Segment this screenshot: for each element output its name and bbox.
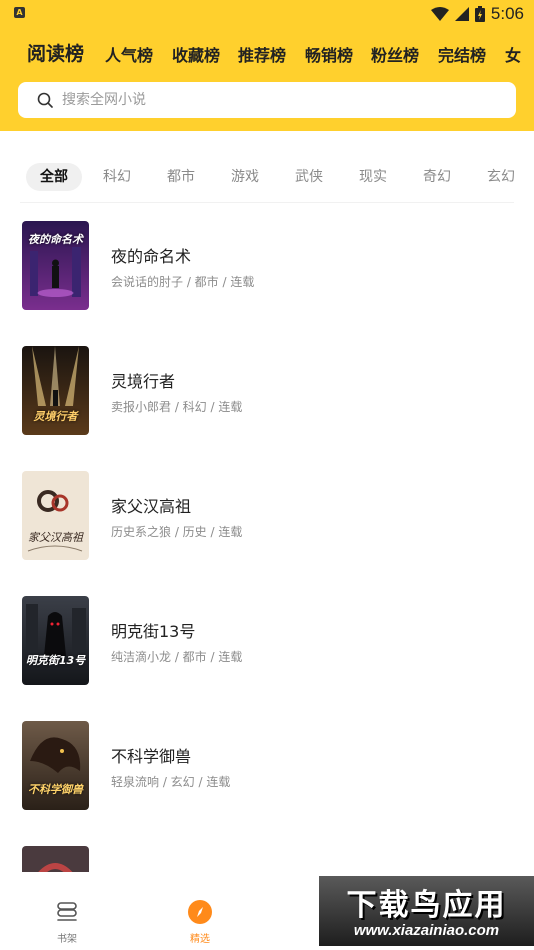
book-meta: 历史系之狼 / 历史 / 连载: [111, 525, 243, 539]
cover-title: 不科学御兽: [28, 783, 83, 796]
book-title: 灵境行者: [111, 372, 176, 391]
list-item[interactable]: 不科学御兽 不科学御兽 轻泉流响 / 玄幻 / 连载: [0, 703, 534, 828]
list-item[interactable]: 夜的命名术 夜的命名术 会说话的肘子 / 都市 / 连载: [0, 203, 534, 328]
status-bar: A 5:06: [0, 0, 534, 28]
category-tabs: 全部 科幻 都市 游戏 武侠 现实 奇幻 玄幻: [0, 160, 534, 194]
book-title: 夜的命名术: [111, 247, 192, 266]
search-input[interactable]: [62, 82, 502, 118]
category-wuxia[interactable]: 武侠: [295, 163, 323, 191]
tab-reading-rank[interactable]: 阅读榜: [27, 39, 84, 66]
search-bar[interactable]: [18, 82, 516, 118]
bookshelf-icon: [57, 902, 77, 921]
book-meta: 轻泉流响 / 玄幻 / 连载: [111, 775, 231, 789]
book-cover: 夜的命名术: [22, 221, 89, 310]
status-icons: 5:06: [430, 3, 524, 25]
cover-title: 灵境行者: [33, 410, 78, 423]
book-meta: 卖报小郎君 / 科幻 / 连载: [111, 400, 243, 414]
book-cover: 灵境行者: [22, 346, 89, 435]
cellular-signal-icon: [454, 7, 469, 21]
category-fantasy[interactable]: 奇幻: [423, 163, 451, 191]
nav-label: 书架: [57, 934, 77, 945]
book-meta: 会说话的肘子 / 都市 / 连载: [111, 275, 255, 289]
nav-label: 精选: [190, 934, 210, 945]
wifi-icon: [430, 7, 449, 21]
nav-bookshelf[interactable]: 书架: [17, 872, 117, 950]
category-scifi[interactable]: 科幻: [103, 163, 131, 191]
book-cover: [22, 846, 89, 872]
watermark-logo: 下载鸟应用: [346, 888, 507, 923]
nav-featured[interactable]: 精选: [150, 872, 250, 950]
book-cover: 家父汉高祖: [22, 471, 89, 560]
book-cover: 不科学御兽: [22, 721, 89, 810]
header: 阅读榜 人气榜 收藏榜 推荐榜 畅销榜 粉丝榜 完结榜 女: [0, 28, 534, 131]
rank-tabs: 阅读榜 人气榜 收藏榜 推荐榜 畅销榜 粉丝榜 完结榜 女: [0, 36, 534, 76]
category-realistic[interactable]: 现实: [359, 163, 387, 191]
cover-title: 家父汉高祖: [28, 531, 83, 544]
search-icon: [37, 92, 53, 108]
watermark-url: www.xiazainiao.com: [353, 922, 500, 939]
list-item[interactable]: 家父汉高祖 家父汉高祖 历史系之狼 / 历史 / 连载: [0, 453, 534, 578]
app-notification-icon: A: [14, 7, 25, 18]
category-all[interactable]: 全部: [26, 163, 82, 191]
category-urban[interactable]: 都市: [167, 163, 195, 191]
book-title: 家父汉高祖: [111, 497, 192, 516]
watermark: 下载鸟应用 www.xiazainiao.com: [319, 876, 534, 946]
list-item[interactable]: 灵境行者 灵境行者 卖报小郎君 / 科幻 / 连载: [0, 328, 534, 453]
tab-completed-rank[interactable]: 完结榜: [438, 42, 486, 66]
category-xuanhuan[interactable]: 玄幻: [487, 163, 515, 191]
tab-favorites-rank[interactable]: 收藏榜: [172, 42, 220, 66]
battery-icon: [474, 6, 485, 22]
tab-recommend-rank[interactable]: 推荐榜: [238, 42, 286, 66]
tab-female-rank[interactable]: 女: [505, 42, 521, 66]
tab-fans-rank[interactable]: 粉丝榜: [371, 42, 419, 66]
clock: 5:06: [490, 4, 524, 23]
tab-bestseller-rank[interactable]: 畅销榜: [305, 42, 353, 66]
tab-popularity-rank[interactable]: 人气榜: [105, 42, 153, 66]
cover-title: 明克街13号: [25, 654, 86, 667]
book-meta: 纯洁滴小龙 / 都市 / 连载: [111, 650, 243, 664]
cover-title: 夜的命名术: [28, 233, 83, 246]
compass-icon: [188, 900, 212, 924]
book-list: 夜的命名术 夜的命名术 会说话的肘子 / 都市 / 连载 灵境行者 灵境行者 卖…: [0, 203, 534, 872]
book-title: 明克街13号: [111, 622, 196, 641]
book-cover: 明克街13号: [22, 596, 89, 685]
book-title: 不科学御兽: [111, 747, 192, 766]
list-item[interactable]: 星门: [0, 828, 534, 872]
category-game[interactable]: 游戏: [231, 163, 259, 191]
list-item[interactable]: 明克街13号 明克街13号 纯洁滴小龙 / 都市 / 连载: [0, 578, 534, 703]
